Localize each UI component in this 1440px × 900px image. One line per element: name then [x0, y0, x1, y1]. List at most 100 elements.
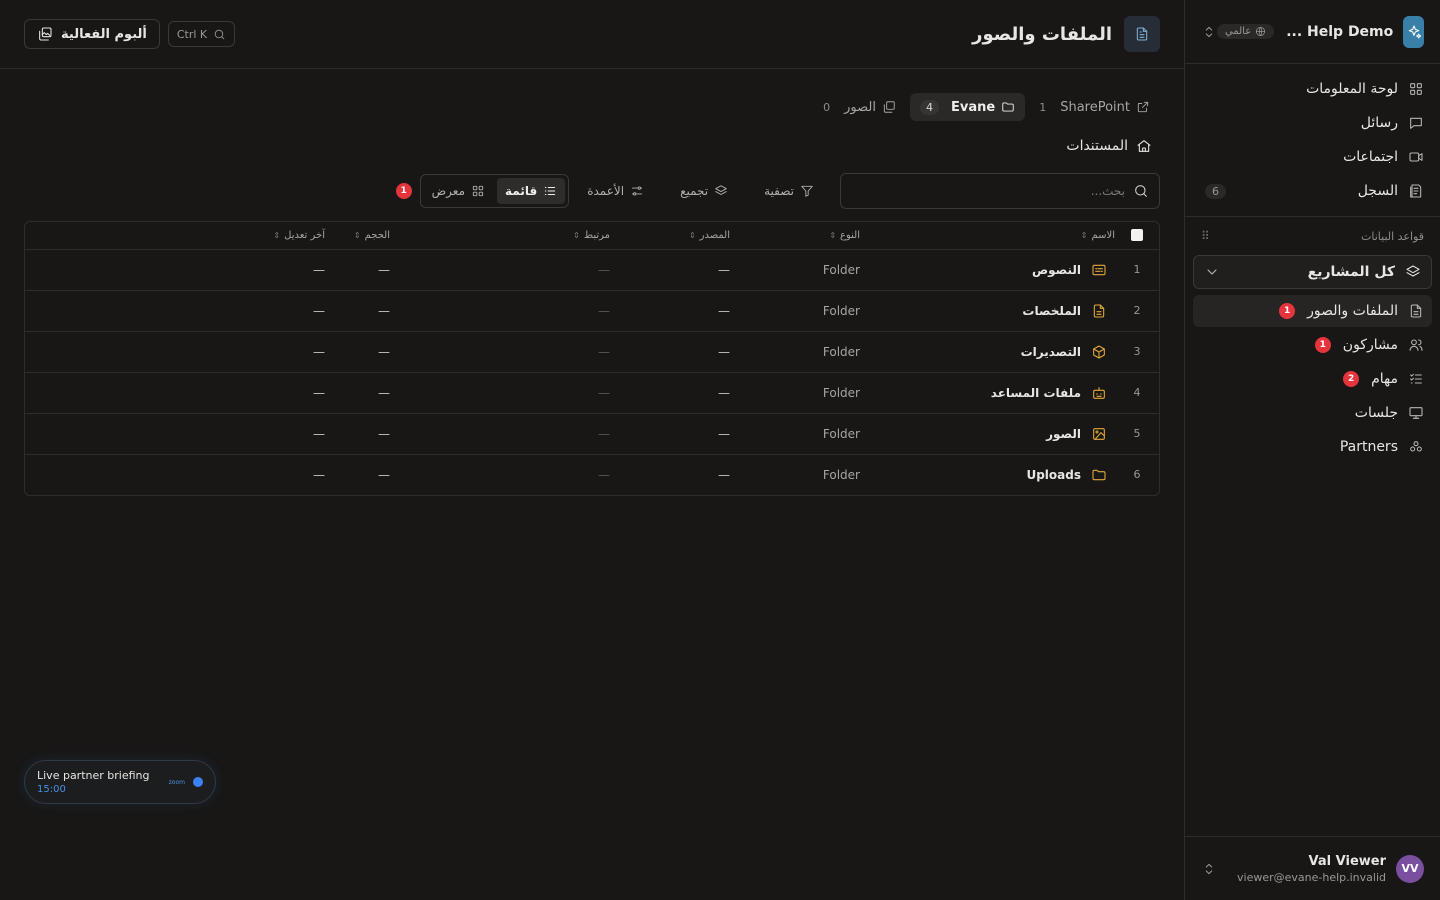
package-icon — [1091, 344, 1107, 360]
event-album-button[interactable]: ألبوم الفعالية — [24, 19, 160, 49]
chevrons-updown-icon[interactable] — [1201, 24, 1217, 40]
row-number: 2 — [1115, 290, 1159, 332]
row-linked: — — [390, 372, 610, 414]
row-source: — — [610, 290, 730, 332]
db-label: مشاركون — [1342, 337, 1398, 353]
columns-label: الأعمدة — [587, 184, 625, 198]
bot-icon — [1091, 385, 1107, 401]
table-row[interactable]: 1 النصوص Folder — — — — — [25, 249, 1159, 291]
row-source: — — [610, 249, 730, 291]
row-type: Folder — [730, 249, 860, 291]
tab-evane[interactable]: Evane 4 — [910, 93, 1026, 121]
tab-sharepoint[interactable]: SharePoint 1 — [1029, 93, 1160, 121]
search-field[interactable] — [840, 173, 1160, 209]
row-source: — — [610, 372, 730, 414]
col-name[interactable]: الاسم ⇕ — [860, 222, 1115, 250]
project-select[interactable]: كل المشاريع — [1193, 255, 1432, 289]
name-cell: الصور — [860, 413, 1115, 455]
db-item-tasks[interactable]: مهام 2 — [1193, 363, 1432, 395]
db-item-partners[interactable]: Partners — [1193, 431, 1432, 463]
columns-button[interactable]: الأعمدة — [577, 176, 654, 206]
section-label: قواعد البيانات — [1361, 229, 1424, 243]
table-row[interactable]: 4 ملفات المساعد Folder — — — — — [25, 372, 1159, 414]
layers-icon — [714, 184, 728, 198]
db-label: جلسات — [1354, 405, 1398, 421]
row-linked: — — [390, 331, 610, 373]
row-source: — — [718, 467, 730, 482]
live-meeting-toast[interactable]: Live partner briefing 15:00 zoom — [24, 760, 216, 804]
top-bar: ألبوم الفعالية Ctrl K الملفات والصور — [0, 0, 1184, 69]
row-linked: — — [390, 413, 610, 455]
filter-button[interactable]: تصفية — [754, 176, 824, 206]
row-modified: — — [25, 372, 325, 414]
row-modified: — — [25, 290, 325, 332]
main-content: ألبوم الفعالية Ctrl K الملفات والصور Sha… — [0, 0, 1184, 900]
nav-item-messages[interactable]: رسائل — [1193, 106, 1432, 140]
sidebar: Help Demo ... عالمي لوحة المعلومات رسائل… — [1184, 0, 1440, 900]
nav-item-dashboard[interactable]: لوحة المعلومات — [1193, 72, 1432, 106]
select-all-cell — [1115, 222, 1159, 250]
live-indicator-icon — [193, 777, 203, 787]
tab-label: الصور — [844, 99, 876, 115]
home-icon — [1136, 138, 1152, 154]
col-type[interactable]: النوع ⇕ — [730, 222, 860, 250]
db-item-files[interactable]: الملفات والصور 1 — [1193, 295, 1432, 327]
col-size-label: الحجم — [364, 229, 390, 241]
view-gallery-option[interactable]: معرض — [424, 178, 493, 204]
sparkle-logo-icon — [1403, 15, 1424, 48]
col-size[interactable]: الحجم ⇕ — [325, 222, 390, 250]
grid-icon — [1408, 81, 1424, 97]
row-number: 3 — [1115, 331, 1159, 373]
row-number: 4 — [1115, 372, 1159, 414]
col-linked-label: مرتبط — [583, 229, 610, 241]
row-size: — — [325, 413, 390, 455]
sort-icon: ⇕ — [688, 230, 696, 240]
workspace-switcher[interactable]: Help Demo ... عالمي — [1185, 0, 1440, 64]
tab-photos[interactable]: الصور 0 — [813, 93, 906, 121]
nav-label: لوحة المعلومات — [1306, 81, 1398, 97]
table-row[interactable]: 2 الملخصات Folder — — — — — [25, 290, 1159, 332]
user-menu[interactable]: VV Val Viewer viewer@evane-help.invalid — [1185, 836, 1440, 900]
col-linked[interactable]: مرتبط ⇕ — [390, 222, 610, 250]
globe-icon — [1255, 26, 1266, 37]
command-search-button[interactable]: Ctrl K — [167, 21, 236, 47]
nav-item-meetings[interactable]: اجتماعات — [1193, 140, 1432, 174]
table-row[interactable]: 6 Uploads Folder — — — — — [25, 454, 1159, 495]
table-row[interactable]: 3 التصديرات Folder — — — — — [25, 331, 1159, 373]
col-modified[interactable]: آخر تعديل ⇕ — [25, 222, 325, 250]
folder-icon — [1001, 100, 1015, 114]
row-size: — — [325, 331, 390, 373]
nav-item-log[interactable]: السجل 6 — [1193, 174, 1432, 208]
filter-label: تصفية — [764, 184, 794, 198]
toast-time: 15:00 — [37, 784, 66, 795]
group-button[interactable]: تجميع — [670, 176, 738, 206]
toast-title: Live partner briefing — [37, 769, 150, 782]
toolbar-notification-badge[interactable]: 1 — [395, 183, 412, 199]
user-email: viewer@evane-help.invalid — [1237, 870, 1386, 884]
project-select-value: كل المشاريع — [1307, 264, 1395, 280]
layers-icon — [1405, 264, 1421, 280]
row-name: ملفات المساعد — [990, 385, 1081, 400]
search-input[interactable] — [851, 184, 1125, 198]
col-source[interactable]: المصدر ⇕ — [610, 222, 730, 250]
filter-icon — [800, 184, 814, 198]
text-box-icon — [1091, 262, 1107, 278]
sort-icon: ⇕ — [573, 230, 580, 240]
col-name-label: الاسم — [1091, 229, 1115, 241]
toolbar: تصفية تجميع الأعمدة قائمة — [24, 173, 1160, 209]
breadcrumb[interactable]: المستندات — [1066, 138, 1152, 154]
db-item-sessions[interactable]: جلسات — [1193, 397, 1432, 429]
row-type: Folder — [730, 413, 860, 455]
name-cell: Uploads — [860, 454, 1115, 495]
gallery-icon — [37, 26, 53, 42]
chevrons-updown-icon[interactable] — [1201, 861, 1217, 877]
zoom-logo: zoom — [168, 778, 185, 786]
video-icon — [1408, 149, 1424, 165]
select-all-checkbox[interactable] — [1131, 229, 1143, 242]
view-list-option[interactable]: قائمة — [497, 178, 566, 204]
table-row[interactable]: 5 الصور Folder — — — — — [25, 413, 1159, 455]
nav-count-badge: 6 — [1205, 183, 1226, 199]
scope-label: عالمي — [1225, 26, 1252, 37]
db-item-participants[interactable]: مشاركون 1 — [1193, 329, 1432, 361]
drag-handle-icon[interactable]: ⠿ — [1201, 229, 1210, 243]
